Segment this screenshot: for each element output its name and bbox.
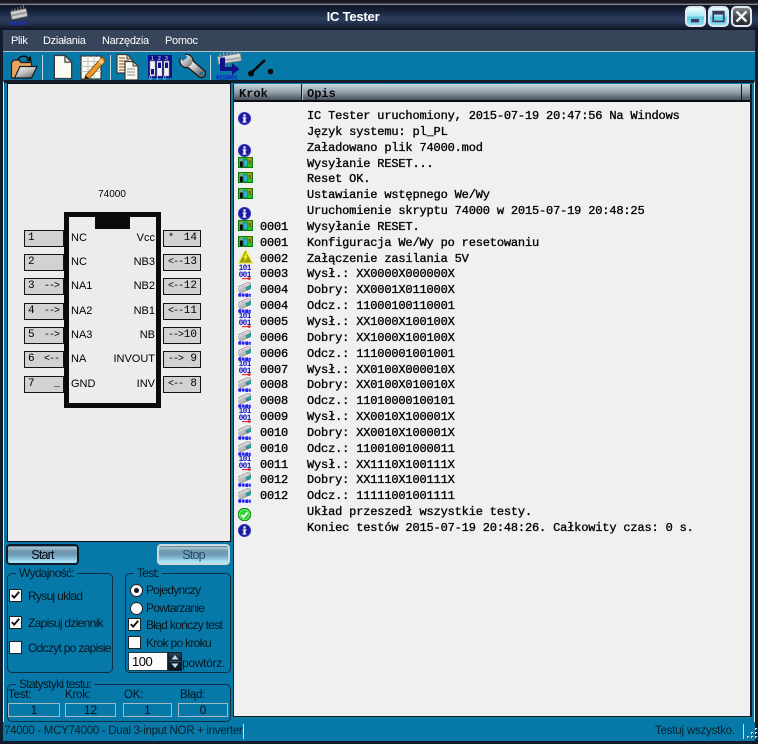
svg-text:01100: 01100: [10, 20, 27, 27]
